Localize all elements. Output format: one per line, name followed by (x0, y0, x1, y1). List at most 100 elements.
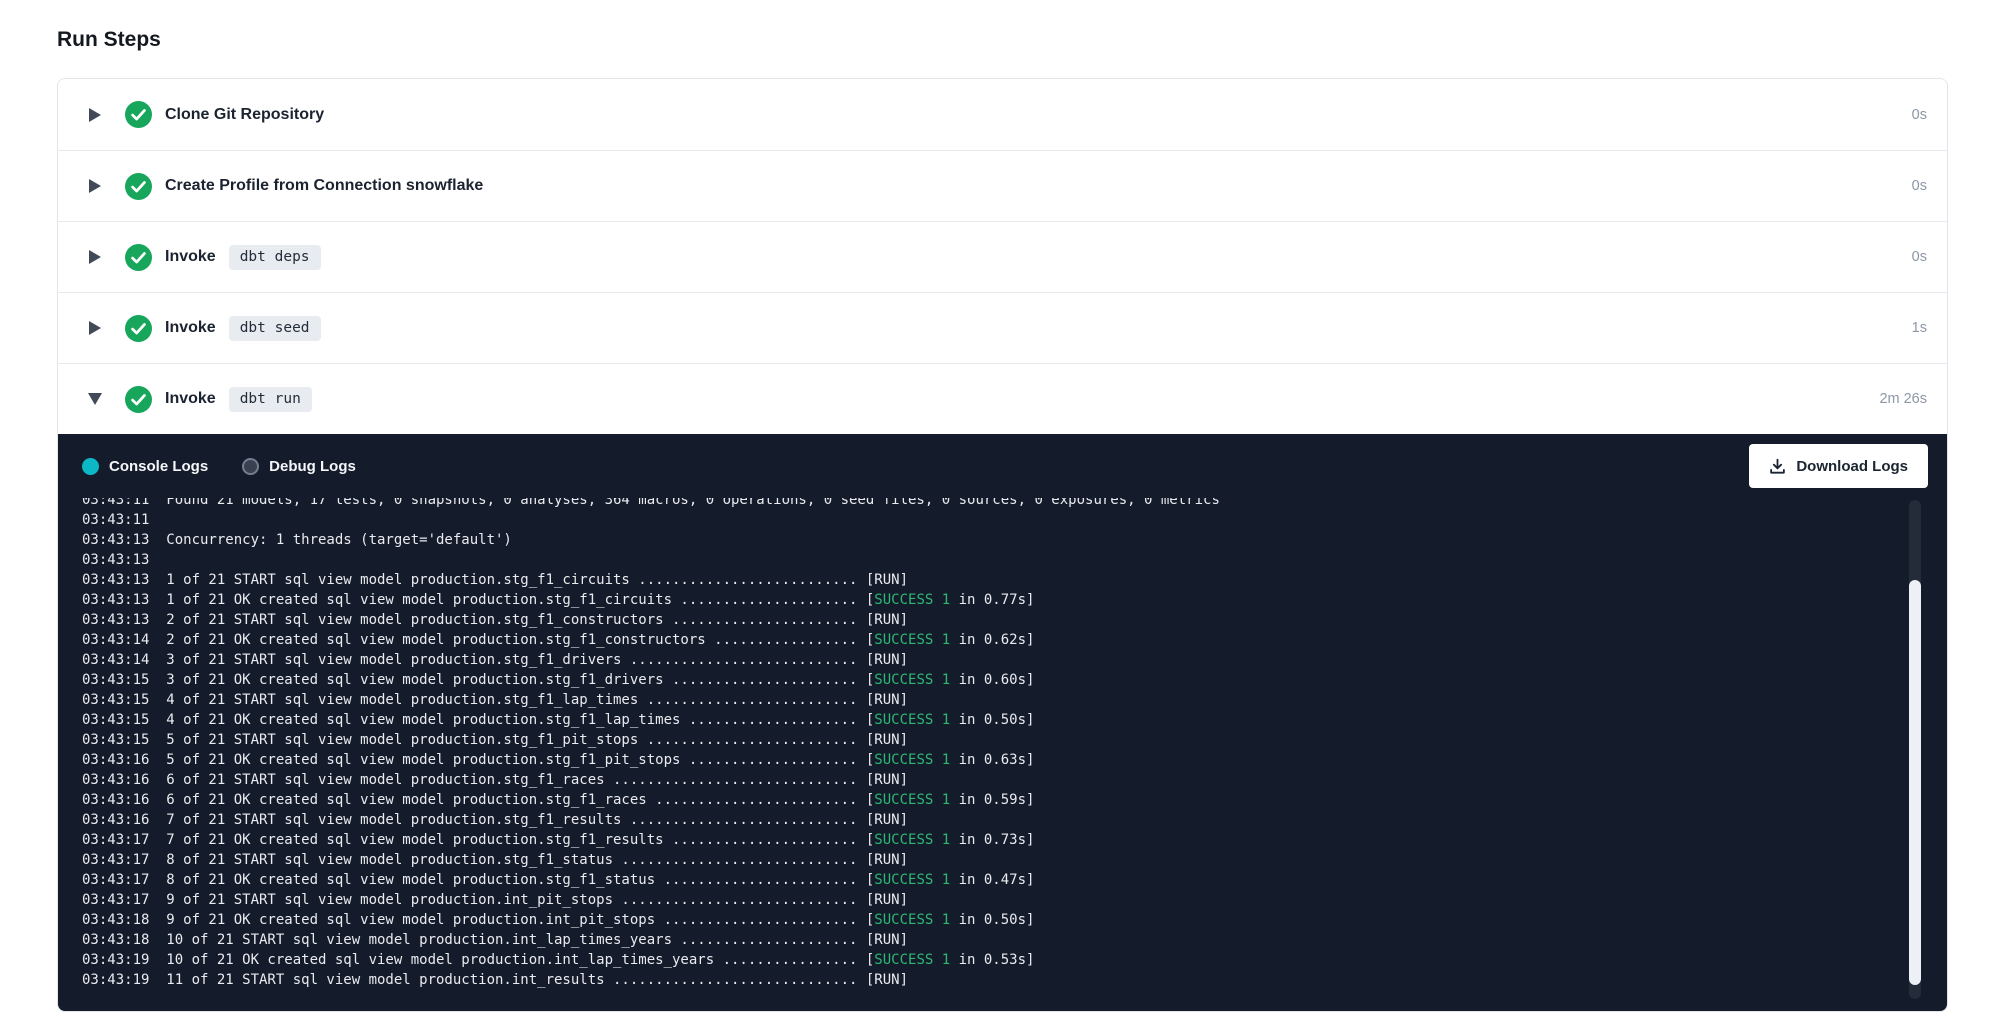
log-text: 1 of 21 START sql view model production.… (166, 572, 908, 588)
log-line: 03:43:177 of 21 OK created sql view mode… (82, 830, 1947, 850)
log-timestamp: 03:43:19 (82, 970, 166, 990)
success-check-icon (125, 386, 152, 413)
download-icon (1769, 458, 1786, 475)
console-panel: Console Logs Debug Logs Download Logs 03… (58, 434, 1947, 1011)
log-timestamp: 03:43:15 (82, 710, 166, 730)
log-timestamp: 03:43:13 (82, 570, 166, 590)
log-text: 8 of 21 START sql view model production.… (166, 852, 908, 868)
log-success-text: SUCCESS 1 (874, 832, 950, 848)
step-row-create-profile[interactable]: Create Profile from Connection snowflake… (58, 150, 1947, 221)
step-label: Clone Git Repository (165, 106, 324, 124)
log-text: 9 of 21 START sql view model production.… (166, 892, 908, 908)
log-timestamp: 03:43:18 (82, 910, 166, 930)
download-logs-button[interactable]: Download Logs (1749, 444, 1928, 488)
expand-caret[interactable] (87, 321, 103, 335)
log-success-text: SUCCESS 1 (874, 672, 950, 688)
log-text: 1 of 21 OK created sql view model produc… (166, 592, 874, 608)
log-text: 3 of 21 START sql view model production.… (166, 652, 908, 668)
log-text: in 0.53s] (950, 952, 1034, 968)
console-scrollbar[interactable] (1909, 500, 1921, 999)
log-line: 03:43:11Found 21 models, 17 tests, 0 sna… (82, 498, 1947, 510)
expand-caret[interactable] (87, 179, 103, 193)
console-header: Console Logs Debug Logs Download Logs (58, 434, 1947, 498)
log-text: in 0.47s] (950, 872, 1034, 888)
log-timestamp: 03:43:14 (82, 630, 166, 650)
log-text: in 0.50s] (950, 712, 1034, 728)
expand-caret[interactable] (87, 250, 103, 264)
step-duration: 1s (1912, 320, 1927, 336)
command-chip: dbt deps (229, 245, 321, 270)
step-label: Create Profile from Connection snowflake (165, 177, 483, 195)
log-line: 03:43:1910 of 21 OK created sql view mod… (82, 950, 1947, 970)
radio-label: Debug Logs (269, 458, 356, 475)
log-timestamp: 03:43:18 (82, 930, 166, 950)
step-duration: 0s (1912, 178, 1927, 194)
log-line: 03:43:13 (82, 550, 1947, 570)
log-text: 5 of 21 OK created sql view model produc… (166, 752, 874, 768)
log-timestamp: 03:43:16 (82, 810, 166, 830)
log-text: 4 of 21 OK created sql view model produc… (166, 712, 874, 728)
log-line: 03:43:166 of 21 START sql view model pro… (82, 770, 1947, 790)
log-line: 03:43:143 of 21 START sql view model pro… (82, 650, 1947, 670)
debug-logs-radio[interactable]: Debug Logs (242, 458, 356, 475)
radio-label: Console Logs (109, 458, 208, 475)
log-text: 2 of 21 OK created sql view model produc… (166, 632, 874, 648)
log-line: 03:43:165 of 21 OK created sql view mode… (82, 750, 1947, 770)
expand-caret[interactable] (87, 108, 103, 122)
step-duration: 0s (1912, 249, 1927, 265)
console-logs-radio[interactable]: Console Logs (82, 458, 208, 475)
chevron-down-icon (88, 393, 102, 405)
log-line: 03:43:167 of 21 START sql view model pro… (82, 810, 1947, 830)
log-line: 03:43:131 of 21 START sql view model pro… (82, 570, 1947, 590)
log-text: in 0.63s] (950, 752, 1034, 768)
log-timestamp: 03:43:11 (82, 498, 166, 510)
log-line: 03:43:13Concurrency: 1 threads (target='… (82, 530, 1947, 550)
log-text: 6 of 21 START sql view model production.… (166, 772, 908, 788)
log-timestamp: 03:43:15 (82, 690, 166, 710)
log-line: 03:43:179 of 21 START sql view model pro… (82, 890, 1947, 910)
step-row-dbt-seed[interactable]: Invoke dbt seed 1s (58, 292, 1947, 363)
log-text: in 0.59s] (950, 792, 1034, 808)
log-timestamp: 03:43:19 (82, 950, 166, 970)
log-line: 03:43:155 of 21 START sql view model pro… (82, 730, 1947, 750)
chevron-right-icon (89, 179, 101, 193)
step-row-dbt-deps[interactable]: Invoke dbt deps 0s (58, 221, 1947, 292)
page-title: Run Steps (57, 28, 1948, 52)
log-success-text: SUCCESS 1 (874, 792, 950, 808)
console-scrollbar-thumb[interactable] (1909, 580, 1921, 985)
run-steps-page: Run Steps Clone Git Repository 0s Create… (0, 0, 2000, 1012)
download-logs-label: Download Logs (1796, 458, 1908, 475)
radio-unselected-icon[interactable] (242, 458, 259, 475)
log-line: 03:43:1911 of 21 START sql view model pr… (82, 970, 1947, 990)
step-row-clone-git-repository[interactable]: Clone Git Repository 0s (58, 79, 1947, 150)
log-success-text: SUCCESS 1 (874, 872, 950, 888)
log-text: in 0.62s] (950, 632, 1034, 648)
log-success-text: SUCCESS 1 (874, 632, 950, 648)
log-text: 7 of 21 START sql view model production.… (166, 812, 908, 828)
step-label: Invoke (165, 390, 216, 408)
log-timestamp: 03:43:14 (82, 650, 166, 670)
log-text: 10 of 21 OK created sql view model produ… (166, 952, 874, 968)
log-timestamp: 03:43:13 (82, 550, 166, 570)
log-line: 03:43:166 of 21 OK created sql view mode… (82, 790, 1947, 810)
log-text: 10 of 21 START sql view model production… (166, 932, 908, 948)
expand-caret[interactable] (87, 393, 103, 405)
step-row-dbt-run[interactable]: Invoke dbt run 2m 26s (58, 363, 1947, 434)
log-text: 2 of 21 START sql view model production.… (166, 612, 908, 628)
console-log-area[interactable]: 03:43:11Found 21 models, 17 tests, 0 sna… (58, 498, 1947, 1011)
log-timestamp: 03:43:13 (82, 610, 166, 630)
log-line: 03:43:142 of 21 OK created sql view mode… (82, 630, 1947, 650)
log-success-text: SUCCESS 1 (874, 912, 950, 928)
chevron-right-icon (89, 321, 101, 335)
log-timestamp: 03:43:13 (82, 590, 166, 610)
success-check-icon (125, 244, 152, 271)
success-check-icon (125, 173, 152, 200)
log-timestamp: 03:43:17 (82, 850, 166, 870)
log-timestamp: 03:43:11 (82, 510, 166, 530)
run-steps-list: Clone Git Repository 0s Create Profile f… (57, 78, 1948, 1012)
log-line: 03:43:1810 of 21 START sql view model pr… (82, 930, 1947, 950)
radio-selected-icon[interactable] (82, 458, 99, 475)
log-success-text: SUCCESS 1 (874, 592, 950, 608)
step-duration: 0s (1912, 107, 1927, 123)
log-line: 03:43:131 of 21 OK created sql view mode… (82, 590, 1947, 610)
